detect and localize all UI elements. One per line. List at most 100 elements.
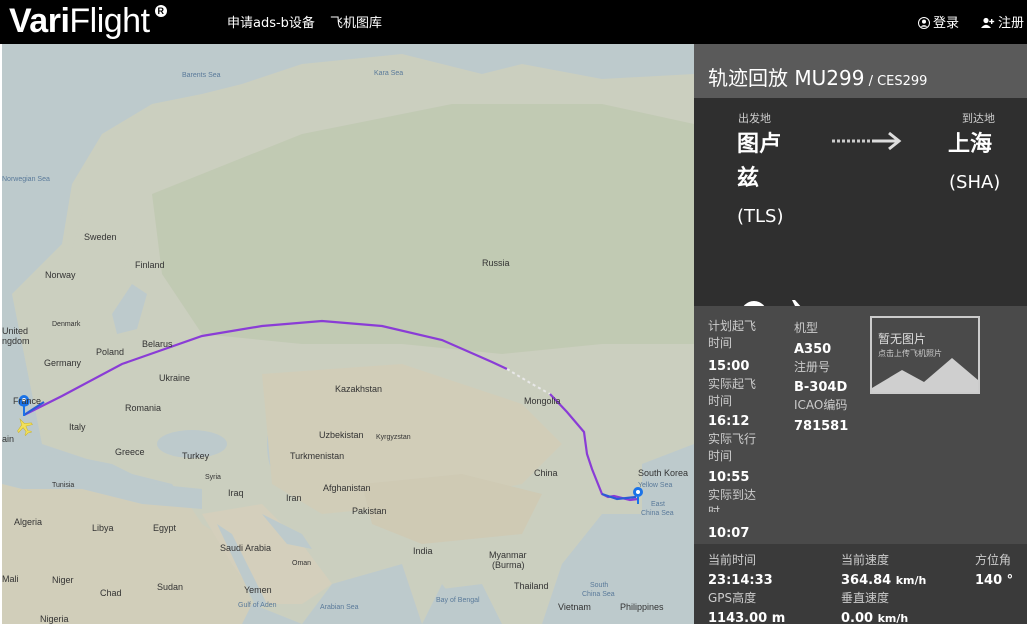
map-label: Chad: [100, 588, 122, 598]
map-label: Yellow Sea: [638, 482, 673, 489]
flight-callsign: / CES299: [864, 74, 928, 89]
map-label: Ukraine: [159, 373, 191, 383]
map-label: China: [534, 468, 558, 478]
current-speed-label: 当前速度: [841, 553, 890, 567]
map-label: Barents Sea: [182, 72, 221, 79]
map-label: Iran: [286, 493, 302, 503]
departure-city-line2: 兹: [737, 166, 760, 191]
actual-arr-value: 10:07: [708, 526, 750, 541]
logo-light: Flight: [69, 2, 150, 40]
map-label: Gulf of Aden: [238, 602, 277, 609]
map-label: East: [651, 501, 666, 508]
vertical-speed-unit: km/h: [877, 612, 909, 625]
map-label: Germany: [44, 358, 82, 368]
map-label: China Sea: [641, 510, 674, 517]
nav-ads-b-device[interactable]: 申请ads-b设备: [227, 12, 315, 31]
map-label: Sweden: [84, 232, 117, 242]
actual-fly-value: 10:55: [708, 470, 750, 485]
variflight-logo[interactable]: VariFlight R: [9, 2, 167, 41]
sched-dep-label-1: 计划起飞: [708, 319, 757, 333]
map-label: Italy: [69, 422, 86, 432]
map-label: Iraq: [228, 488, 244, 498]
map-label: Kara Sea: [374, 70, 404, 77]
departure-city-line1: 图卢: [737, 132, 782, 157]
map-label: ngdom: [2, 336, 30, 346]
map-label: China Sea: [582, 591, 615, 598]
registration-value: B-304D: [794, 380, 848, 395]
current-time-label: 当前时间: [708, 553, 757, 567]
aircraft-type-value: A350: [794, 342, 832, 357]
logo-bold: Vari: [9, 2, 70, 40]
actual-dep-label-2: 时间: [708, 394, 733, 408]
map-label: Myanmar: [489, 550, 527, 560]
arrival-label: 到达地: [962, 112, 995, 125]
aircraft-photo-placeholder[interactable]: 暂无图片 点击上传飞机照片: [870, 316, 980, 394]
top-nav-bar: VariFlight R 申请ads-b设备 飞机图库 登录 注册: [0, 0, 1027, 44]
map-label: South: [590, 582, 609, 589]
map-label: Russia: [482, 258, 510, 268]
map-label: (Burma): [492, 560, 525, 570]
mountain-placeholder-icon: [872, 358, 978, 392]
map-label: Mongolia: [524, 396, 561, 406]
arrival-code: (SHA): [949, 172, 1001, 193]
aircraft-type-label: 机型: [794, 321, 819, 335]
map-label: India: [413, 546, 433, 556]
current-speed-value: 364.84 km/h: [841, 573, 926, 588]
map-label: South Korea: [638, 468, 689, 478]
login-label: 登录: [933, 16, 960, 31]
map-label: Greece: [115, 447, 145, 457]
registered-mark: R: [154, 5, 167, 17]
map-label: Belarus: [142, 339, 173, 349]
live-data: 当前时间 23:14:33 GPS高度 1143.00 m 当前速度 364.8…: [694, 544, 1027, 626]
flight-title: 轨迹回放 MU299: [708, 66, 865, 90]
map-label: Turkey: [182, 451, 210, 461]
map-label: Oman: [292, 560, 312, 567]
map-label: Kyrgyzstan: [376, 434, 411, 441]
add-user-icon: [981, 17, 995, 28]
map-label: Bay of Bengal: [436, 597, 480, 604]
map-label: Afghanistan: [323, 483, 371, 493]
no-photo-text: 暂无图片: [878, 332, 927, 346]
flight-map[interactable]: Barents Sea Kara Sea Norwegian Sea Swede…: [2, 44, 694, 624]
actual-dep-value: 16:12: [708, 414, 750, 429]
route-arrow-icon: [832, 131, 902, 151]
map-base: [2, 44, 694, 624]
panel-title: 轨迹回放 MU299 / CES299: [708, 62, 927, 91]
departure-label: 出发地: [738, 112, 771, 125]
speed-unit: km/h: [895, 574, 927, 587]
sched-dep-label-2: 时间: [708, 336, 733, 350]
actual-fly-label-1: 实际飞行: [708, 432, 757, 446]
actual-arr-label-2: 时: [708, 505, 721, 512]
map-label: Pakistan: [352, 506, 387, 516]
route-section: 出发地 到达地 图卢 兹 (TLS) 上海 (SHA): [694, 98, 1027, 354]
map-label: Niger: [52, 575, 74, 585]
nav-aircraft-gallery[interactable]: 飞机图库: [330, 12, 382, 31]
departure-code: (TLS): [737, 206, 784, 227]
heading-value: 140 °: [975, 573, 1014, 588]
map-label: Norwegian Sea: [2, 176, 50, 183]
actual-arr-label-1: 实际到达: [708, 488, 757, 502]
gps-altitude-label: GPS高度: [708, 591, 757, 605]
map-label: Turkmenistan: [290, 451, 345, 461]
map-label: Romania: [125, 403, 162, 413]
map-label: Arabian Sea: [320, 604, 359, 611]
map-label: United: [2, 326, 29, 336]
login-link[interactable]: 登录: [918, 12, 959, 31]
map-label: France: [13, 396, 42, 406]
register-link[interactable]: 注册: [981, 12, 1024, 31]
map-label: Uzbekistan: [319, 430, 364, 440]
map-label: Sudan: [157, 582, 184, 592]
map-label: Syria: [205, 474, 221, 481]
current-time-value: 23:14:33: [708, 573, 773, 588]
registration-label: 注册号: [794, 360, 831, 374]
map-label: Nigeria: [40, 614, 69, 624]
panel-title-bar: 轨迹回放 MU299 / CES299: [694, 44, 1027, 98]
map-label: Libya: [92, 523, 114, 533]
map-label: Algeria: [14, 517, 43, 527]
flight-details: 计划起飞 时间 15:00 实际起飞 时间 16:12 实际飞行 时间 10:5…: [694, 306, 1027, 544]
map-label: Vietnam: [558, 602, 591, 612]
user-icon: [918, 17, 930, 29]
map-label: Tunisia: [52, 482, 75, 489]
actual-dep-label-1: 实际起飞: [708, 377, 757, 391]
map-label: Norway: [45, 270, 76, 280]
